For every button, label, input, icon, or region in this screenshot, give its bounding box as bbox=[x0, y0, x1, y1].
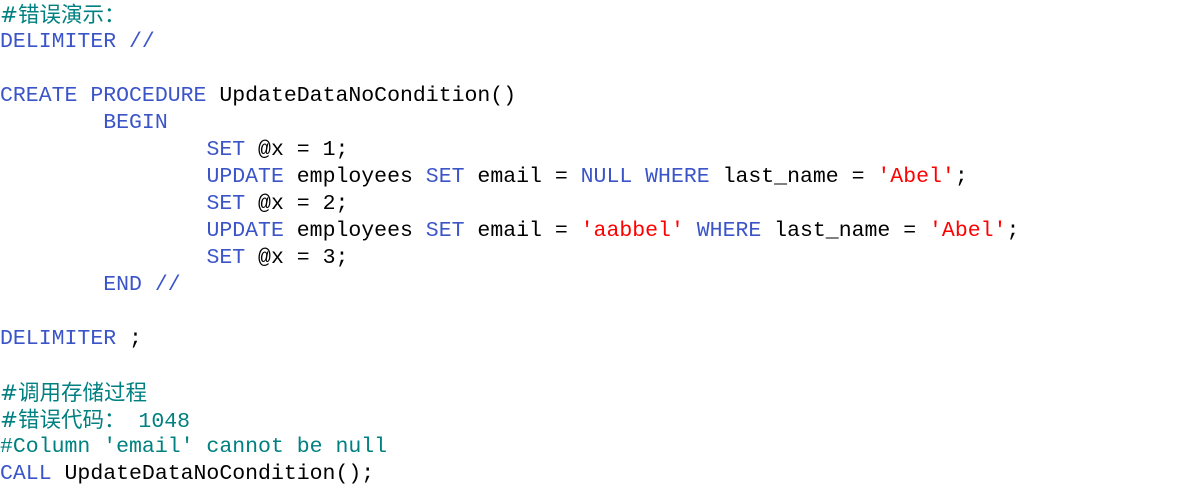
code-token: ; bbox=[954, 165, 968, 189]
code-token: BEGIN bbox=[103, 111, 168, 135]
code-token: SET bbox=[206, 138, 246, 162]
code-token: DELIMITER bbox=[0, 327, 117, 351]
code-line-9: UPDATE employees SET email = 'aabbel' WH… bbox=[0, 218, 1019, 245]
code-token: PROCEDURE bbox=[90, 84, 207, 108]
code-line-10: SET @x = 3; bbox=[0, 245, 348, 272]
code-token: @x = 3; bbox=[245, 246, 349, 270]
code-token: employees bbox=[283, 219, 426, 243]
code-token: UPDATE bbox=[206, 165, 284, 189]
code-token: WHERE bbox=[696, 219, 762, 243]
code-line-1: #错误演示： bbox=[0, 2, 126, 29]
code-token: last_name = bbox=[761, 219, 930, 243]
code-token: #Column 'email' cannot be null bbox=[0, 435, 388, 459]
code-token: email = bbox=[464, 165, 581, 189]
code-token: DELIMITER bbox=[0, 30, 117, 54]
code-token: SET bbox=[206, 192, 246, 216]
code-token: WHERE bbox=[645, 165, 710, 189]
code-line-13: DELIMITER ; bbox=[0, 326, 142, 353]
code-line-17: #Column 'email' cannot be null bbox=[0, 434, 387, 461]
code-token: 'aabbel' bbox=[580, 219, 684, 243]
code-token: #错误演示： bbox=[0, 3, 126, 28]
code-token: NULL bbox=[580, 165, 633, 189]
code-token: employees bbox=[283, 165, 426, 189]
code-line-2: DELIMITER // bbox=[0, 29, 155, 56]
code-line-8: SET @x = 2; bbox=[0, 191, 348, 218]
code-token: // bbox=[141, 273, 181, 297]
code-token: @x = 2; bbox=[245, 192, 349, 216]
code-token: CALL bbox=[0, 462, 52, 486]
code-token: 'Abel' bbox=[877, 165, 955, 189]
code-token: 'Abel' bbox=[929, 219, 1007, 243]
code-token: SET bbox=[425, 165, 465, 189]
code-line-5: BEGIN bbox=[0, 110, 168, 137]
code-token: END bbox=[103, 273, 142, 297]
code-token: #调用存储过程 bbox=[0, 381, 148, 406]
code-line-6: SET @x = 1; bbox=[0, 137, 348, 164]
code-token: #错误代码： bbox=[0, 408, 126, 433]
code-token: SET bbox=[206, 246, 246, 270]
code-line-16: #错误代码： 1048 bbox=[0, 407, 190, 434]
code-token: last_name = bbox=[709, 165, 878, 189]
code-token: CREATE bbox=[0, 84, 78, 108]
code-token: UpdateDataNoCondition() bbox=[206, 84, 517, 108]
code-token: UpdateDataNoCondition(); bbox=[51, 462, 375, 486]
code-line-4: CREATE PROCEDURE UpdateDataNoCondition() bbox=[0, 83, 516, 110]
code-token: 1048 bbox=[125, 410, 191, 434]
code-token: @x = 1; bbox=[245, 138, 349, 162]
code-token: ; bbox=[1006, 219, 1020, 243]
code-line-18: CALL UpdateDataNoCondition(); bbox=[0, 461, 374, 488]
code-line-15: #调用存储过程 bbox=[0, 380, 147, 407]
code-line-7: UPDATE employees SET email = NULL WHERE … bbox=[0, 164, 968, 191]
code-token: UPDATE bbox=[206, 219, 284, 243]
code-token: SET bbox=[425, 219, 465, 243]
code-editor[interactable]: #错误演示： DELIMITER // CREATE PROCEDURE Upd… bbox=[0, 0, 1198, 497]
code-token: ; bbox=[116, 327, 142, 351]
code-token: email = bbox=[464, 219, 581, 243]
code-token: // bbox=[116, 30, 155, 54]
code-line-11: END // bbox=[0, 272, 181, 299]
